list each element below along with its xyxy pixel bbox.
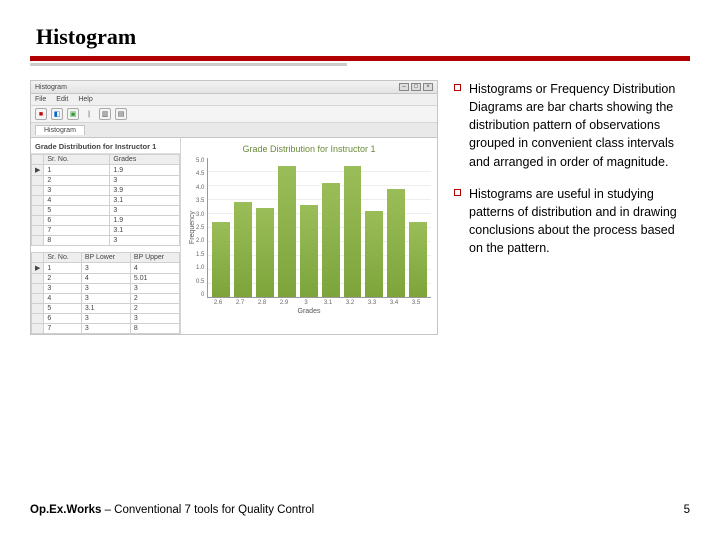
y-tick: 1.5 bbox=[196, 252, 204, 258]
table-row: 53.12 bbox=[32, 304, 180, 314]
y-tick: 4.5 bbox=[196, 171, 204, 177]
table-row: 73.1 bbox=[32, 226, 180, 236]
col-header: Sr. No. bbox=[44, 155, 110, 165]
toolbar-icon[interactable]: ▥ bbox=[99, 108, 111, 120]
table-row: ▶11.9 bbox=[32, 165, 180, 176]
y-tick: 0.5 bbox=[196, 279, 204, 285]
tab-strip: Histogram bbox=[31, 123, 437, 138]
x-tick: 2.6 bbox=[209, 300, 227, 306]
table-row: 61.9 bbox=[32, 216, 180, 226]
table-row: 738 bbox=[32, 324, 180, 334]
body-paragraph: Histograms or Frequency Distribution Dia… bbox=[469, 80, 690, 171]
y-tick: 3.0 bbox=[196, 212, 204, 218]
bullet-icon bbox=[454, 189, 461, 196]
x-tick: 3 bbox=[297, 300, 315, 306]
chart-bar bbox=[300, 205, 318, 297]
window-title: Histogram bbox=[35, 84, 67, 91]
col-header: BP Lower bbox=[81, 253, 130, 263]
minimize-icon[interactable]: – bbox=[399, 83, 409, 91]
chart-bar bbox=[234, 202, 252, 297]
menubar: File Edit Help bbox=[31, 94, 437, 106]
window-controls: – □ × bbox=[399, 83, 433, 91]
chart-panel: Grade Distribution for Instructor 1 Freq… bbox=[181, 138, 437, 334]
menu-help[interactable]: Help bbox=[78, 96, 92, 103]
y-axis-label: Frequency bbox=[187, 211, 196, 244]
chart-bar bbox=[278, 166, 296, 297]
chart-bar bbox=[344, 166, 362, 297]
bullet-icon bbox=[454, 84, 461, 91]
table-row: ▶134 bbox=[32, 263, 180, 274]
data-table-1: Sr. No. Grades ▶11.92333.943.15361.973.1… bbox=[31, 154, 180, 246]
table-row: 33.9 bbox=[32, 186, 180, 196]
body-paragraph: Histograms are useful in studying patter… bbox=[469, 185, 690, 258]
table-row: 245.01 bbox=[32, 274, 180, 284]
toolbar-icon[interactable]: | bbox=[83, 108, 95, 120]
tab-histogram[interactable]: Histogram bbox=[35, 125, 85, 135]
toolbar-icon[interactable]: ◧ bbox=[51, 108, 63, 120]
y-tick: 5.0 bbox=[196, 158, 204, 164]
footer-text: – Conventional 7 tools for Quality Contr… bbox=[101, 504, 314, 516]
y-tick: 4.0 bbox=[196, 185, 204, 191]
toolbar-icon[interactable]: ■ bbox=[35, 108, 47, 120]
chart-bar bbox=[322, 183, 340, 297]
table-row: 333 bbox=[32, 284, 180, 294]
chart-bar bbox=[212, 222, 230, 297]
x-tick: 2.9 bbox=[275, 300, 293, 306]
x-tick: 3.2 bbox=[341, 300, 359, 306]
table-row: 432 bbox=[32, 294, 180, 304]
y-axis-ticks: 5.0 4.5 4.0 3.5 3.0 2.5 2.0 1.5 1.0 0.5 0 bbox=[196, 158, 207, 298]
chart-bar bbox=[256, 208, 274, 297]
y-tick: 2.0 bbox=[196, 238, 204, 244]
x-tick: 3.4 bbox=[385, 300, 403, 306]
toolbar-icon[interactable]: ▤ bbox=[115, 108, 127, 120]
footer-brand: Op.Ex.Works bbox=[30, 504, 101, 516]
col-header: Sr. No. bbox=[44, 253, 81, 263]
table-row: 633 bbox=[32, 314, 180, 324]
table-row: 23 bbox=[32, 176, 180, 186]
page-number: 5 bbox=[684, 504, 690, 516]
data-table-2: Sr. No. BP Lower BP Upper ▶134245.013334… bbox=[31, 252, 180, 334]
y-tick: 2.5 bbox=[196, 225, 204, 231]
x-tick: 3.3 bbox=[363, 300, 381, 306]
title-rule bbox=[30, 56, 690, 66]
toolbar: ■ ◧ ▣ | ▥ ▤ bbox=[31, 106, 437, 123]
x-tick: 3.5 bbox=[407, 300, 425, 306]
toolbar-icon[interactable]: ▣ bbox=[67, 108, 79, 120]
chart-bar bbox=[365, 211, 383, 297]
menu-file[interactable]: File bbox=[35, 96, 46, 103]
col-header: BP Upper bbox=[130, 253, 179, 263]
maximize-icon[interactable]: □ bbox=[411, 83, 421, 91]
embedded-app-window: Histogram – □ × File Edit Help ■ ◧ ▣ bbox=[30, 80, 438, 335]
chart-plot bbox=[207, 158, 431, 298]
data-panel: Grade Distribution for Instructor 1 Sr. … bbox=[31, 138, 181, 334]
window-titlebar: Histogram – □ × bbox=[31, 81, 437, 94]
x-tick: 2.7 bbox=[231, 300, 249, 306]
x-axis-label: Grades bbox=[187, 308, 431, 315]
close-icon[interactable]: × bbox=[423, 83, 433, 91]
y-tick: 0 bbox=[201, 292, 204, 298]
sheet-title: Grade Distribution for Instructor 1 bbox=[31, 138, 180, 154]
table-row: 43.1 bbox=[32, 196, 180, 206]
page-title: Histogram bbox=[36, 24, 690, 50]
y-tick: 1.0 bbox=[196, 265, 204, 271]
x-tick: 2.8 bbox=[253, 300, 271, 306]
menu-edit[interactable]: Edit bbox=[56, 96, 68, 103]
x-tick: 3.1 bbox=[319, 300, 337, 306]
table-row: 53 bbox=[32, 206, 180, 216]
chart-bar bbox=[387, 189, 405, 297]
y-tick: 3.5 bbox=[196, 198, 204, 204]
table-row: 83 bbox=[32, 236, 180, 246]
chart-bar bbox=[409, 222, 427, 297]
slide-footer: Op.Ex.Works – Conventional 7 tools for Q… bbox=[30, 504, 690, 516]
x-axis-ticks: 2.6 2.7 2.8 2.9 3 3.1 3.2 3.3 3.4 3.5 bbox=[205, 298, 431, 306]
col-header: Grades bbox=[110, 155, 180, 165]
chart-title: Grade Distribution for Instructor 1 bbox=[187, 144, 431, 154]
